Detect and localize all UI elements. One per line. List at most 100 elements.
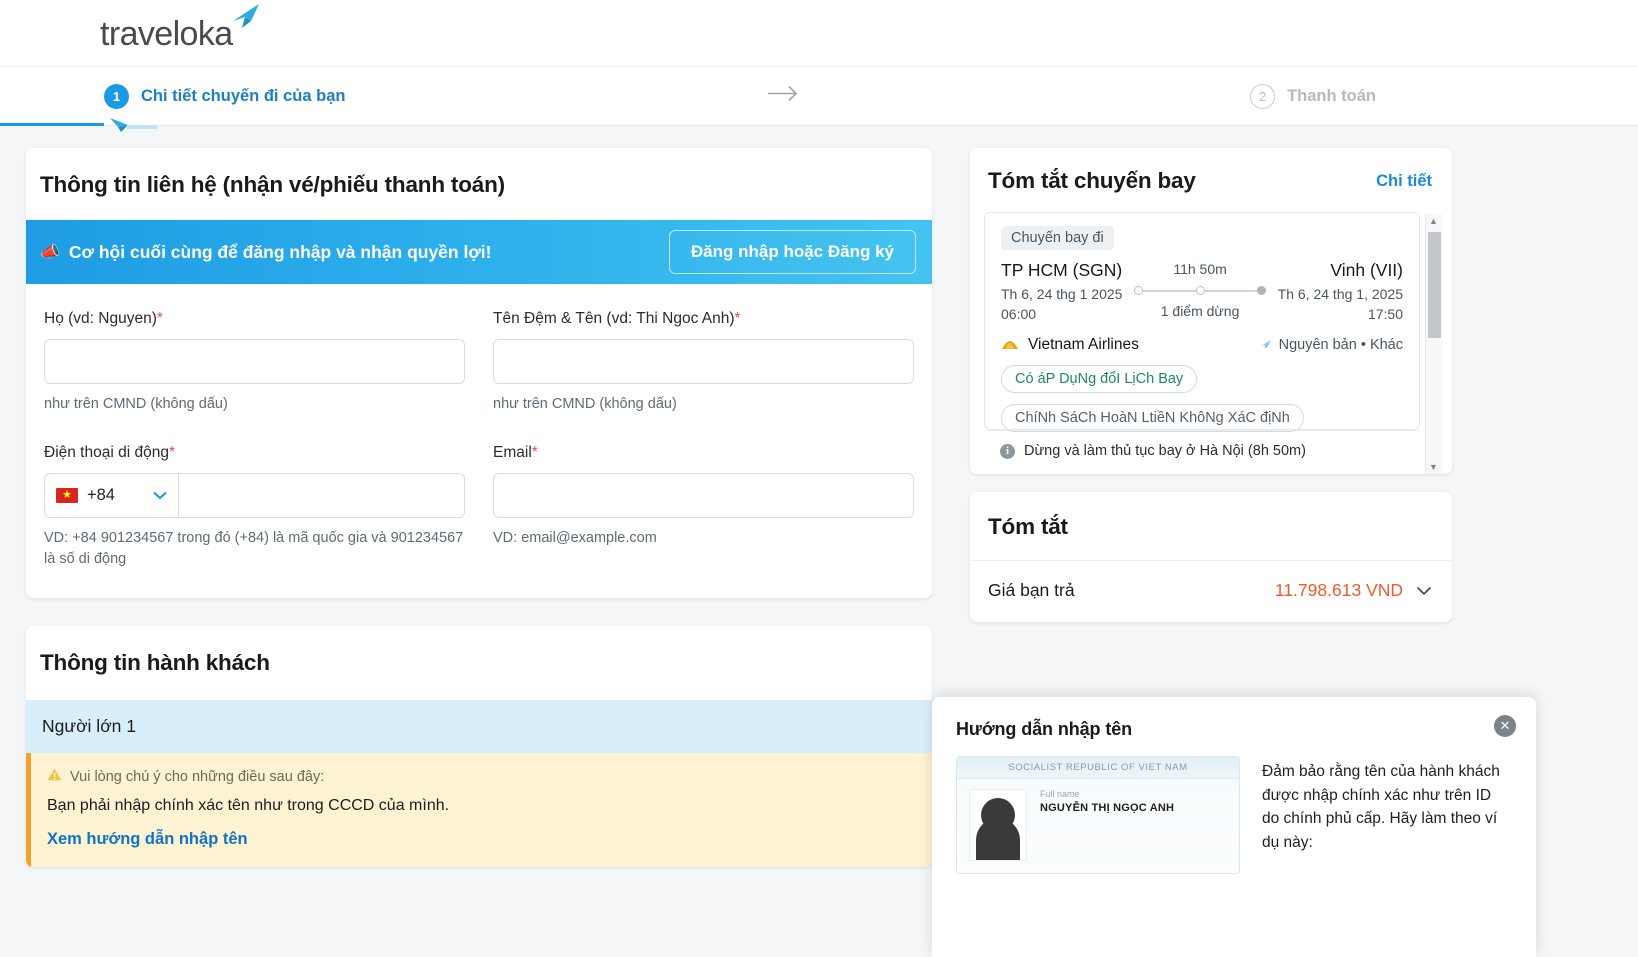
- email-hint: VD: email@example.com: [493, 530, 657, 547]
- stepper-active-underline: [0, 123, 104, 126]
- price-summary-card: Tóm tắt Giá bạn trả 11.798.613 VND: [970, 492, 1452, 622]
- email-label-text: Email: [493, 444, 532, 462]
- flight-stops: 1 điểm dừng: [1160, 303, 1240, 319]
- warning-heading-row: Vui lòng chú ý cho những điều sau đây:: [47, 768, 916, 785]
- first-name-hint: như trên CMND (không dấu): [493, 396, 677, 412]
- path-dot-stop: [1195, 286, 1205, 295]
- name-guide-modal: Hướng dẫn nhập tên ✕ SOCIALIST REPUBLIC …: [932, 697, 1536, 957]
- left-column: Thông tin liên hệ (nhận vé/phiếu thanh t…: [26, 148, 932, 868]
- view-name-guide-link[interactable]: Xem hướng dẫn nhập tên: [47, 830, 916, 849]
- passenger-warning-box: Vui lòng chú ý cho những điều sau đây: B…: [26, 753, 932, 868]
- login-promo-banner: 📣 Cơ hội cuối cùng để đăng nhập và nhận …: [26, 220, 932, 284]
- first-name-field: Tên Đệm & Tên (vd: Thi Ngoc Anh)* như tr…: [493, 310, 914, 415]
- logo-text: traveloka: [100, 15, 233, 53]
- destination-date: Th 6, 24 thg 1, 2025: [1277, 286, 1403, 302]
- airline-name: Vietnam Airlines: [1028, 336, 1139, 353]
- flight-summary-scrollbar[interactable]: ▲ ▼: [1425, 214, 1442, 474]
- stepper-step-trip-details[interactable]: 1 Chi tiết chuyến đi của bạn: [104, 83, 346, 109]
- passenger-info-card: Thông tin hành khách Người lớn 1 Vui lòn…: [26, 626, 932, 868]
- required-asterisk: *: [168, 444, 176, 462]
- phone-label: Điện thoại di động*: [44, 444, 465, 462]
- tag-list: Có áP DụNg đổI LịCh Bay ChíNh SáCh HoàN …: [1001, 354, 1403, 432]
- id-fullname-value: NGUYỄN THỊ NGỌC ANH: [1040, 802, 1175, 814]
- vietnam-flag-icon: ★: [56, 488, 78, 504]
- destination-city: Vinh (VII): [1330, 260, 1403, 280]
- phone-number-input[interactable]: [178, 473, 465, 519]
- phone-field: Điện thoại di động* ★ +84 VD: +84 901234…: [44, 444, 465, 570]
- last-name-label: Họ (vd: Nguyen)*: [44, 310, 465, 328]
- info-icon: i: [1000, 443, 1015, 459]
- close-icon[interactable]: ✕: [1494, 715, 1516, 737]
- flight-duration: 11h 50m: [1173, 261, 1227, 277]
- country-code-selector[interactable]: ★ +84: [44, 473, 178, 519]
- name-guide-description: Đảm bảo rằng tên của hành khách được nhậ…: [1262, 763, 1500, 851]
- last-name-input[interactable]: [44, 339, 465, 384]
- warning-triangle-icon: [47, 768, 62, 785]
- arrow-right-icon: [766, 84, 800, 109]
- id-fullname-label: Full name: [1040, 789, 1080, 799]
- path-dot-origin: [1134, 286, 1144, 295]
- step-2-number: 2: [1250, 83, 1276, 109]
- fare-class-text: Nguyên bản • Khác: [1278, 337, 1403, 353]
- phone-hint: VD: +84 901234567 trong đó (+84) là mã q…: [44, 530, 464, 568]
- required-asterisk: *: [734, 310, 741, 327]
- step-2-label: Thanh toán: [1287, 86, 1376, 105]
- scroll-down-arrow-icon[interactable]: ▼: [1429, 462, 1438, 472]
- email-label: Email*: [493, 444, 914, 462]
- step-1-number: 1: [104, 83, 129, 109]
- traveloka-bird-icon: [229, 1, 263, 35]
- airline-row: Vietnam Airlines Nguyên bản • Khác: [1001, 336, 1403, 354]
- passenger-card-title: Thông tin hành khách: [40, 650, 270, 676]
- flight-summary-header: Tóm tắt chuyến bay Chi tiết: [970, 148, 1452, 212]
- vietnam-airlines-logo-icon: [1001, 339, 1019, 352]
- step-1-label: Chi tiết chuyến đi của bạn: [141, 86, 346, 105]
- leg-middle: 11h 50m 1 điểm dừng: [1122, 261, 1277, 319]
- chevron-down-icon: [153, 488, 167, 503]
- flight-scroll-region: Chuyến bay đi TP HCM (SGN) Th 6, 24 thg …: [984, 212, 1442, 474]
- required-asterisk: *: [156, 310, 163, 327]
- login-or-register-button[interactable]: Đăng nhập hoặc Đăng ký: [668, 230, 916, 274]
- right-column: Tóm tắt chuyến bay Chi tiết Chuyến bay đ…: [970, 148, 1452, 622]
- tag-refund-policy: ChíNh SáCh HoàN LtiềN KhôNg XáC địNh: [1001, 404, 1304, 432]
- contact-info-card: Thông tin liên hệ (nhận vé/phiếu thanh t…: [26, 148, 932, 599]
- app-header: traveloka: [0, 0, 1638, 66]
- megaphone-icon: 📣: [40, 244, 60, 261]
- price-summary-row[interactable]: Giá bạn trả 11.798.613 VND: [970, 560, 1452, 622]
- traveloka-logo[interactable]: traveloka: [100, 4, 263, 53]
- last-name-field: Họ (vd: Nguyen)* như trên CMND (không dấ…: [44, 310, 465, 415]
- flight-detail-link[interactable]: Chi tiết: [1376, 172, 1432, 191]
- scroll-up-arrow-icon[interactable]: ▲: [1429, 216, 1438, 226]
- phone-input-row: ★ +84: [44, 473, 465, 519]
- email-field: Email* VD: email@example.com: [493, 444, 914, 570]
- first-name-input[interactable]: [493, 339, 914, 384]
- transit-note: i Dừng và làm thủ tục bay ở Hà Nội (8h 5…: [984, 430, 1420, 459]
- login-promo-label: Cơ hội cuối cùng để đăng nhập và nhận qu…: [68, 241, 492, 262]
- country-code-value: +84: [87, 486, 115, 505]
- flight-summary-title: Tóm tắt chuyến bay: [988, 168, 1196, 193]
- stepper-step-payment[interactable]: 2 Thanh toán: [1250, 83, 1376, 109]
- id-name-block: Full name NGUYỄN THỊ NGỌC ANH: [1040, 789, 1174, 861]
- transit-note-text: Dừng và làm thủ tục bay ở Hà Nội (8h 50m…: [1024, 443, 1306, 459]
- checkout-stepper: 1 Chi tiết chuyến đi của bạn 2 Thanh toá…: [0, 66, 1638, 132]
- leg-destination: Vinh (VII) Th 6, 24 thg 1, 2025 17:50: [1278, 260, 1403, 322]
- origin-date: Th 6, 24 thg 1 2025: [1001, 286, 1123, 302]
- id-photo-placeholder: [969, 789, 1027, 861]
- first-name-label: Tên Đệm & Tên (vd: Thi Ngoc Anh)*: [493, 310, 914, 328]
- tag-reschedule: Có áP DụNg đổI LịCh Bay: [1001, 365, 1198, 393]
- contact-card-title: Thông tin liên hệ (nhận vé/phiếu thanh t…: [40, 172, 505, 197]
- warning-heading-text: Vui lòng chú ý cho những điều sau đây:: [70, 768, 325, 785]
- price-label: Giá bạn trả: [988, 580, 1075, 600]
- flight-path-line: [1134, 284, 1266, 298]
- id-card-illustration: SOCIALIST REPUBLIC OF VIET NAM Full name…: [956, 756, 1240, 874]
- path-dot-destination: [1256, 286, 1266, 295]
- destination-time: 17:50: [1367, 306, 1403, 322]
- id-card-header: SOCIALIST REPUBLIC OF VIET NAM: [957, 757, 1239, 779]
- chevron-down-icon[interactable]: [1416, 583, 1432, 599]
- scrollbar-thumb[interactable]: [1428, 232, 1441, 338]
- fare-bird-icon: [1260, 339, 1272, 352]
- phone-label-text: Điện thoại di động: [44, 444, 169, 462]
- name-guide-title: Hướng dẫn nhập tên: [956, 719, 1133, 739]
- price-value: 11.798.613 VND: [1274, 580, 1403, 600]
- login-promo-text: 📣 Cơ hội cuối cùng để đăng nhập và nhận …: [40, 242, 491, 263]
- email-input[interactable]: [493, 473, 914, 519]
